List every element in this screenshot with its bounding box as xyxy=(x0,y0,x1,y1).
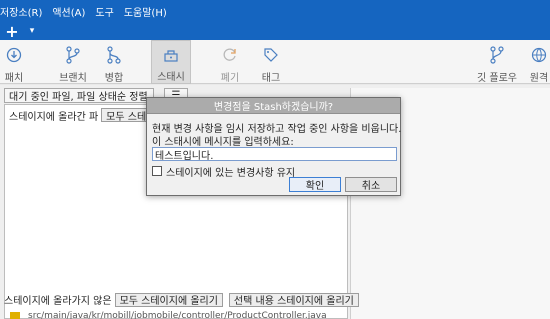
toolbar-discard-button[interactable]: 폐기 xyxy=(217,40,243,84)
unstaged-header: 스테이지에 올라가지 않은 모두 스테이지에 올리기 선택 내용 스테이지에 올… xyxy=(4,292,359,307)
toolbar: 패치 브랜치 병합 스태시 폐기 태그 깃 플로우 원격 xyxy=(0,40,550,84)
file-path: src/main/java/kr/mobill/jobmobile/contro… xyxy=(28,311,327,319)
stash-icon xyxy=(162,47,180,63)
toolbar-merge-label: 병합 xyxy=(104,73,124,84)
file-filter-dropdown[interactable]: 대기 중인 파일, 파일 상태순 정렬 xyxy=(4,88,154,103)
merge-icon xyxy=(105,46,123,64)
toolbar-branch-label: 브랜치 xyxy=(59,73,87,84)
ok-button[interactable]: 확인 xyxy=(289,177,341,192)
menu-help[interactable]: 도움말(H) xyxy=(124,4,167,19)
staged-header: 스테이지에 올라간 파 모두 스테이 xyxy=(9,108,161,123)
toolbar-discard-label: 폐기 xyxy=(220,73,240,84)
new-tab-button[interactable]: + xyxy=(0,22,24,41)
stage-selected-label: 선택 내용 스테이지에 올리기 xyxy=(233,296,354,307)
tag-icon xyxy=(262,46,280,64)
remote-icon xyxy=(530,46,548,64)
toolbar-git-flow-button[interactable]: 깃 플로우 xyxy=(472,40,522,84)
stage-selected-button[interactable]: 선택 내용 스테이지에 올리기 xyxy=(228,292,359,307)
toolbar-tag-button[interactable]: 태그 xyxy=(259,40,283,84)
ok-label: 확인 xyxy=(305,181,325,192)
patch-icon xyxy=(5,46,23,64)
menu-repository[interactable]: 저장소(R) xyxy=(0,4,42,19)
menu-bar: 저장소(R) 액션(A) 도구 도움말(H) xyxy=(0,2,177,20)
checkbox-box[interactable] xyxy=(152,166,162,176)
menu-action[interactable]: 액션(A) xyxy=(52,4,85,19)
keep-staged-checkbox[interactable]: 스테이지에 있는 변경사항 유지 xyxy=(152,165,296,179)
keep-staged-label: 스테이지에 있는 변경사항 유지 xyxy=(166,167,296,179)
menu-tools[interactable]: 도구 xyxy=(95,4,113,19)
git-flow-icon xyxy=(488,46,506,64)
tab-row: + ▾ xyxy=(0,22,40,41)
toolbar-patch-button[interactable]: 패치 xyxy=(2,40,26,84)
toolbar-remote-button[interactable]: 원격 xyxy=(528,40,550,84)
file-list-item[interactable]: src/main/java/kr/mobill/jobmobile/contro… xyxy=(10,311,327,319)
stash-message-input[interactable]: 테스트입니다. xyxy=(152,147,397,162)
toolbar-merge-button[interactable]: 병합 xyxy=(102,40,126,84)
toolbar-stash-button[interactable]: 스태시 xyxy=(151,40,191,84)
stash-message-value: 테스트입니다. xyxy=(155,150,214,162)
toolbar-tag-label: 태그 xyxy=(261,73,281,84)
unstaged-label: 스테이지에 올라가지 않은 xyxy=(4,296,112,307)
stage-all-label: 모두 스테이지에 올리기 xyxy=(119,296,218,307)
modified-file-icon xyxy=(10,311,20,319)
toolbar-remote-label: 원격 xyxy=(529,73,549,84)
branch-icon xyxy=(64,46,82,64)
cancel-label: 취소 xyxy=(361,181,381,192)
file-filter-value: 대기 중인 파일, 파일 상태순 정렬 xyxy=(9,92,148,103)
toolbar-branch-button[interactable]: 브랜치 xyxy=(56,40,90,84)
toolbar-patch-label: 패치 xyxy=(4,73,24,84)
toolbar-git-flow-label: 깃 플로우 xyxy=(477,73,517,84)
title-bar: 저장소(R) 액션(A) 도구 도움말(H) + ▾ xyxy=(0,0,550,41)
discard-icon xyxy=(221,46,239,64)
staged-label: 스테이지에 올라간 파 xyxy=(9,111,99,123)
tab-dropdown-icon[interactable]: ▾ xyxy=(24,22,40,40)
toolbar-stash-label: 스태시 xyxy=(157,72,185,83)
stash-dialog-title: 변경점을 Stash하겠습니까? xyxy=(147,98,400,114)
stage-all-button[interactable]: 모두 스테이지에 올리기 xyxy=(114,292,223,307)
cancel-button[interactable]: 취소 xyxy=(345,177,397,192)
stash-dialog: 변경점을 Stash하겠습니까? 현재 변경 사항을 임시 저장하고 작업 중인… xyxy=(146,97,401,196)
